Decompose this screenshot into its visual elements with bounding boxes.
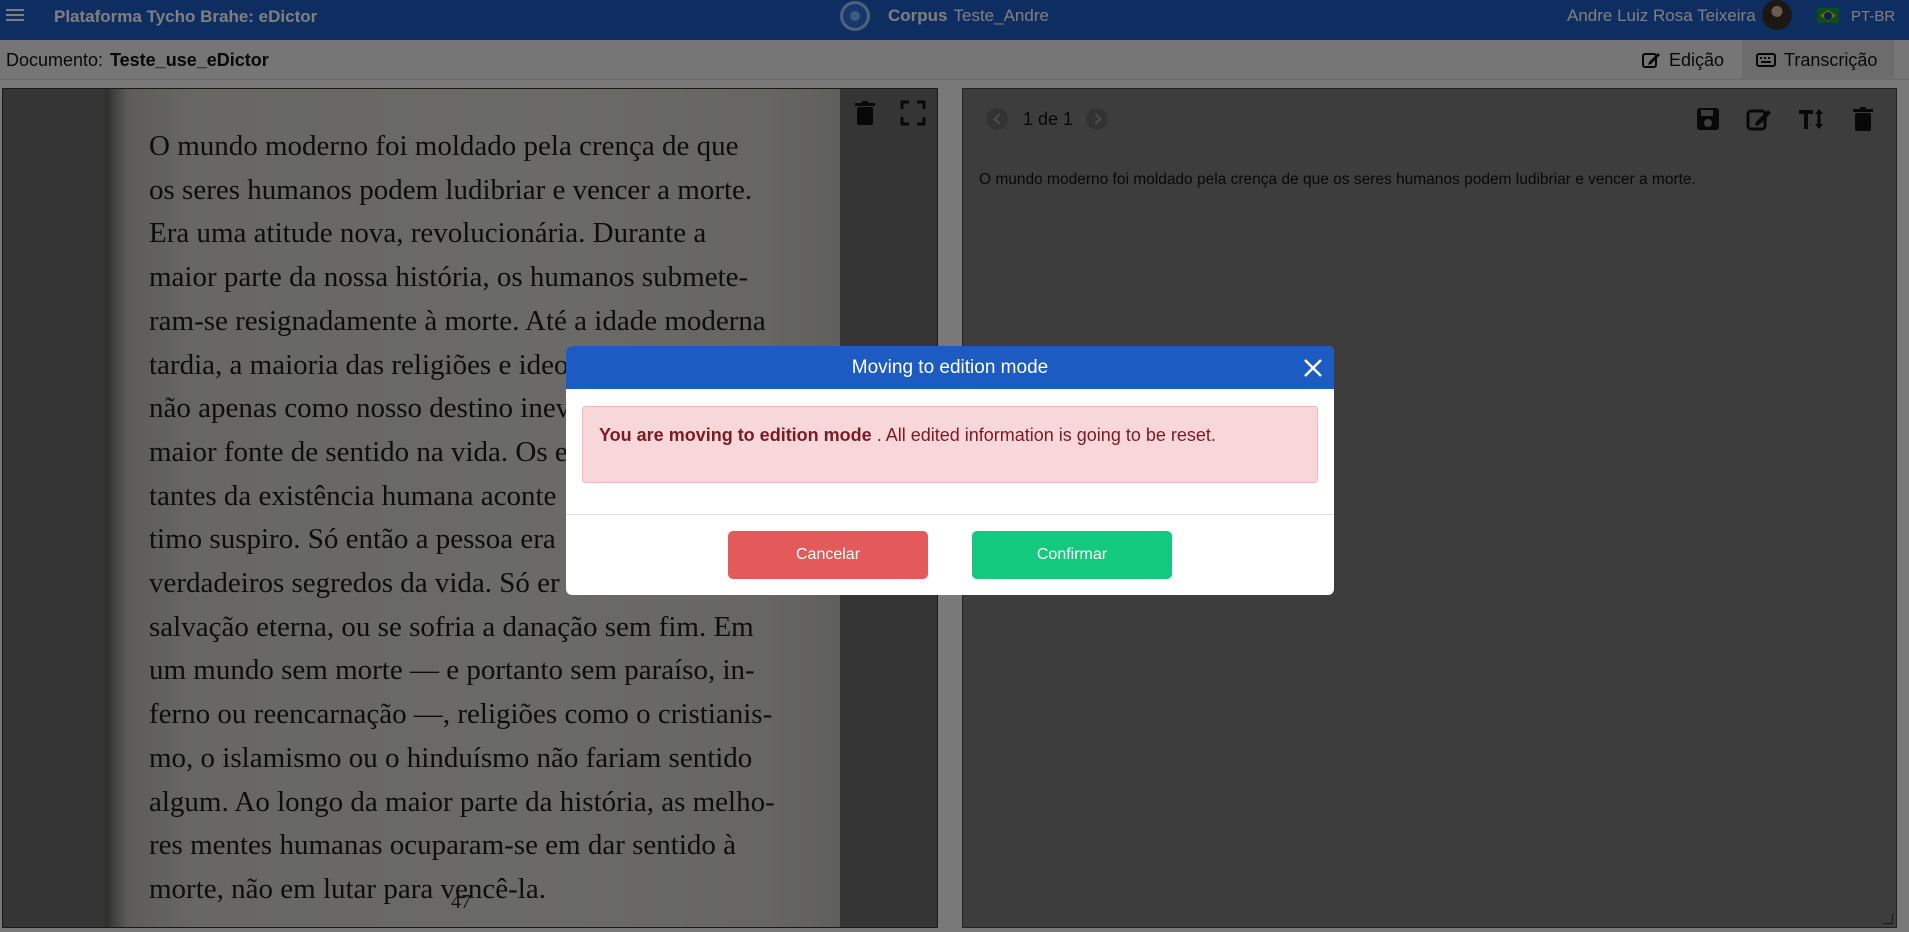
confirm-button[interactable]: Confirmar — [972, 531, 1172, 579]
edition-mode-dialog: Moving to edition mode You are moving to… — [566, 346, 1334, 595]
dialog-title: Moving to edition mode — [851, 356, 1049, 378]
alert-text: . All edited information is going to be … — [871, 425, 1216, 445]
warning-alert: You are moving to edition mode . All edi… — [582, 406, 1318, 483]
alert-strong-text: You are moving to edition mode — [599, 425, 872, 445]
dialog-divider — [566, 514, 1334, 515]
dialog-header: Moving to edition mode — [566, 346, 1334, 389]
cancel-button[interactable]: Cancelar — [728, 531, 928, 579]
close-icon[interactable] — [1302, 357, 1324, 379]
